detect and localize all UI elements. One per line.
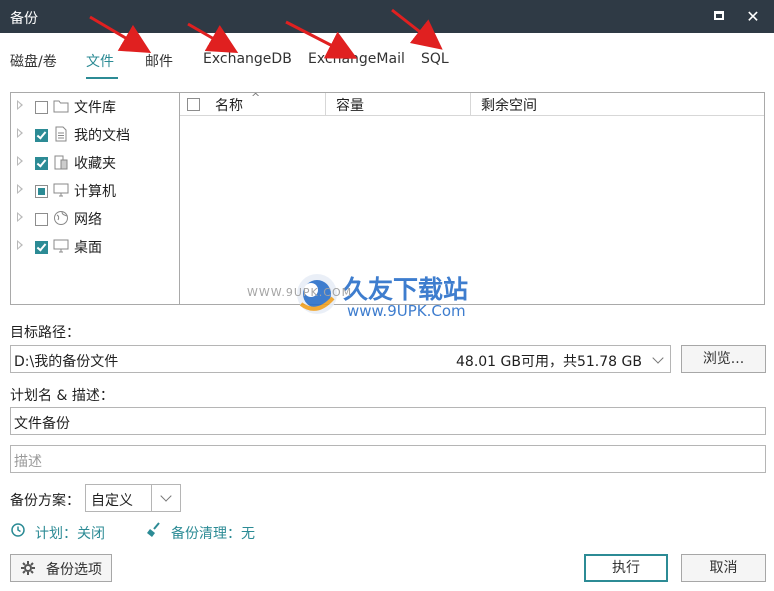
- broom-icon: [146, 522, 162, 542]
- tree-item-network[interactable]: 网络: [11, 207, 179, 229]
- browse-button[interactable]: 浏览...: [681, 345, 766, 373]
- tree-item-label: 我的文档: [74, 128, 130, 144]
- watermark-brand: 久友下载站: [343, 275, 469, 304]
- column-separator[interactable]: [470, 93, 471, 115]
- tree-item-label: 收藏夹: [74, 156, 116, 172]
- expand-icon[interactable]: [17, 212, 23, 222]
- clock-icon: [11, 523, 25, 541]
- tree-item-label: 桌面: [74, 240, 102, 256]
- watermark: 久友下载站 WWW.9UPK.COM www.9UPK.Com: [245, 268, 505, 338]
- description-field[interactable]: [10, 445, 766, 473]
- panel-divider: [179, 93, 180, 304]
- execute-button[interactable]: 执行: [584, 554, 668, 582]
- column-name[interactable]: 名称: [215, 95, 243, 115]
- active-tab-indicator: [86, 77, 118, 79]
- column-capacity[interactable]: 容量: [336, 95, 364, 115]
- tab-sql[interactable]: SQL: [421, 51, 449, 67]
- destination-label: 目标路径：: [10, 325, 80, 341]
- sort-ascending-icon: ^: [251, 91, 261, 104]
- plan-label: 计划名 & 描述：: [10, 388, 114, 404]
- maximize-icon[interactable]: [709, 6, 731, 28]
- cleanup-link[interactable]: 备份清理：无: [171, 523, 255, 543]
- tab-disk-volume[interactable]: 磁盘/卷: [10, 51, 57, 71]
- column-separator[interactable]: [325, 93, 326, 115]
- destination-free-space: 48.01 GB可用，共51.78 GB: [456, 354, 642, 370]
- tab-mail[interactable]: 邮件: [145, 51, 173, 71]
- document-icon: [53, 126, 69, 142]
- close-icon[interactable]: ✕: [742, 6, 764, 28]
- expand-icon[interactable]: [17, 128, 23, 138]
- watermark-url-secondary: www.9UPK.Com: [347, 302, 466, 320]
- tree-item-library[interactable]: 文件库: [11, 95, 179, 117]
- favorites-icon: [53, 154, 69, 170]
- backup-options-button[interactable]: 备份选项: [10, 554, 112, 582]
- checkbox[interactable]: [35, 101, 48, 114]
- checkbox[interactable]: [35, 157, 48, 170]
- checkbox[interactable]: [35, 185, 48, 198]
- tree-item-my-documents[interactable]: 我的文档: [11, 123, 179, 145]
- tree-item-label: 计算机: [74, 184, 116, 200]
- network-icon: [53, 210, 69, 226]
- select-all-checkbox[interactable]: [187, 98, 200, 111]
- plan-name-value: 文件备份: [14, 416, 70, 432]
- checkbox[interactable]: [35, 213, 48, 226]
- gear-icon: [20, 560, 36, 580]
- expand-icon[interactable]: [17, 240, 23, 250]
- folder-icon: [53, 98, 69, 114]
- schedule-link[interactable]: 计划：关闭: [35, 523, 105, 543]
- scheme-divider: [151, 485, 152, 511]
- tree-item-label: 文件库: [74, 100, 116, 116]
- expand-icon[interactable]: [17, 184, 23, 194]
- tree-item-computer[interactable]: 计算机: [11, 179, 179, 201]
- tab-exchangedb[interactable]: ExchangeDB: [203, 51, 292, 67]
- list-header: [180, 93, 764, 116]
- expand-icon[interactable]: [17, 100, 23, 110]
- watermark-url: WWW.9UPK.COM: [247, 286, 353, 299]
- expand-icon[interactable]: [17, 156, 23, 166]
- tree-item-desktop[interactable]: 桌面: [11, 235, 179, 257]
- checkbox[interactable]: [35, 129, 48, 142]
- checkbox[interactable]: [35, 241, 48, 254]
- description-placeholder: 描述: [14, 454, 42, 470]
- cancel-button[interactable]: 取消: [681, 554, 766, 582]
- column-free-space[interactable]: 剩余空间: [481, 95, 537, 115]
- desktop-icon: [53, 238, 69, 254]
- tab-file[interactable]: 文件: [86, 51, 114, 71]
- backup-options-label: 备份选项: [46, 562, 102, 578]
- tab-exchangemail[interactable]: ExchangeMail: [308, 51, 405, 67]
- tree-item-label: 网络: [74, 212, 102, 228]
- plan-name-field[interactable]: [10, 407, 766, 435]
- scheme-value: 自定义: [91, 493, 133, 509]
- window-title: 备份: [10, 11, 38, 27]
- folder-tree: 文件库 我的文档 收藏夹 计算机 网络 桌面: [11, 93, 179, 304]
- tree-item-favorites[interactable]: 收藏夹: [11, 151, 179, 173]
- title-bar: [0, 0, 774, 33]
- destination-path: D:\我的备份文件: [14, 354, 119, 370]
- scheme-label: 备份方案：: [10, 493, 80, 509]
- computer-icon: [53, 182, 69, 198]
